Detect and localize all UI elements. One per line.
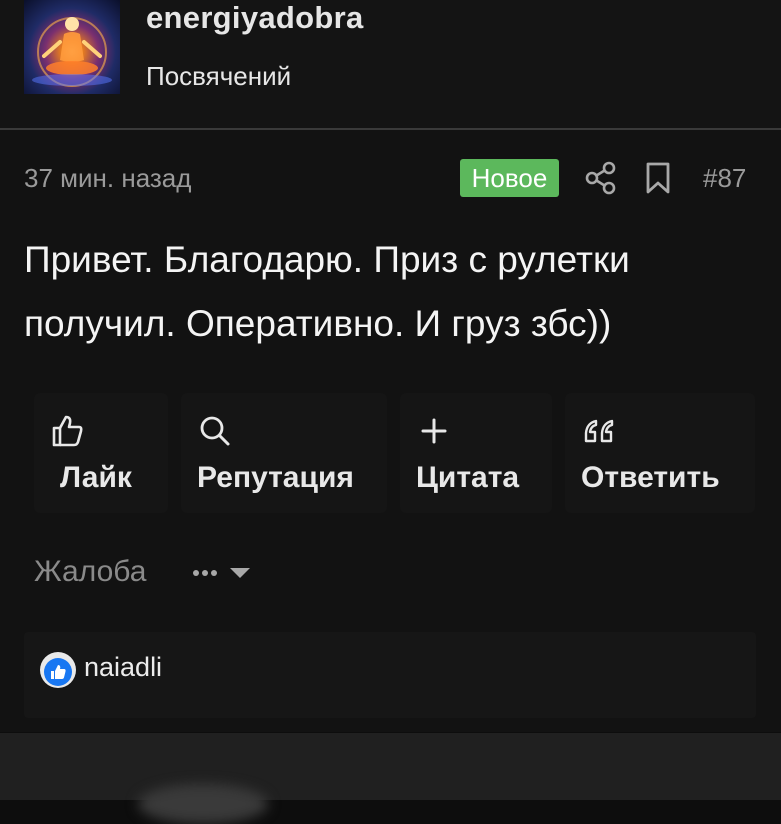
more-menu-button[interactable] [192,562,254,584]
thumbs-up-icon [50,413,86,449]
search-icon [197,413,233,449]
quote-label: Цитата [416,461,520,494]
author-title: Посвячений [146,61,292,91]
post-number-link[interactable]: #87 [703,163,746,194]
share-icon[interactable] [584,160,618,196]
like-label: Лайк [60,461,132,494]
caret-down-icon [230,568,250,578]
reputation-button[interactable]: Репутация [181,393,387,513]
reactor-username[interactable]: naiadli [84,652,162,683]
avatar[interactable] [24,0,120,94]
plus-icon [416,413,452,449]
more-dots-icon [193,570,217,576]
quote-button[interactable]: Цитата [400,393,552,513]
like-button[interactable]: Лайк [34,393,168,513]
post-timestamp[interactable]: 37 мин. назад [24,163,191,194]
post-body-text: Привет. Благодарю. Приз с рулетки получи… [24,239,630,344]
next-post-area [0,733,781,800]
reputation-label: Репутация [197,461,354,494]
reply-button[interactable]: Ответить [565,393,755,513]
quote-icon [581,413,617,449]
next-post-avatar [138,784,268,824]
author-username[interactable]: energiyadobra [146,0,364,36]
bookmark-icon[interactable] [643,160,673,196]
new-badge: Новое [460,159,559,197]
report-link[interactable]: Жалоба [34,555,146,589]
reply-label: Ответить [581,461,720,494]
like-reaction-icon [40,652,76,688]
